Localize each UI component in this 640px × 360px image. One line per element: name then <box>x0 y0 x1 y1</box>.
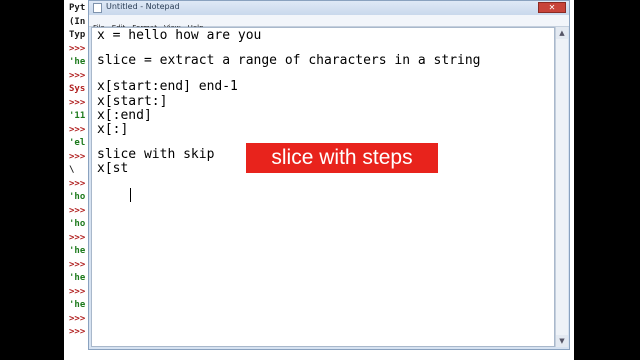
shell-line: >>> <box>69 232 86 243</box>
shell-line: >>> <box>69 43 86 54</box>
editor-line: slice = extract a range of characters in… <box>97 53 481 68</box>
shell-line: 'he <box>69 300 86 310</box>
notepad-app-icon <box>93 3 102 13</box>
editor-line: x = hello how are you <box>97 28 262 43</box>
text-caret <box>130 188 131 202</box>
shell-line: >>> <box>69 178 86 189</box>
editor-line: x[start:end] end-1 <box>97 79 238 94</box>
notepad-titlebar[interactable]: Untitled - Notepad ✕ <box>89 1 569 15</box>
shell-line: (In <box>69 16 86 27</box>
shell-line: >>> <box>69 97 86 108</box>
shell-line: >>> <box>69 327 86 337</box>
vertical-scrollbar[interactable]: ▲ ▼ <box>555 27 568 347</box>
shell-line: >>> <box>69 124 86 135</box>
screen-area: Pyt (In Typ >>> 'he >>> Sys >>> '11 >>> 'el >>> \ >>>… <box>64 0 574 360</box>
shell-line: >>> <box>69 205 86 216</box>
notepad-text-area[interactable]: x = hello how are you slice = extract a … <box>91 27 555 347</box>
shell-line: Typ <box>69 30 86 40</box>
caption-overlay: slice with steps <box>246 143 438 173</box>
shell-line: >>> <box>69 313 86 324</box>
shell-line: 'he <box>69 273 86 283</box>
notepad-title: Untitled - Notepad <box>106 2 180 11</box>
shell-line: >>> <box>69 259 86 270</box>
shell-line: >>> <box>69 70 86 81</box>
shell-line: 'el <box>69 138 86 148</box>
shell-line: >>> <box>69 151 86 162</box>
shell-line: '11 <box>69 111 86 121</box>
shell-line: 'ho <box>69 192 86 202</box>
close-button[interactable]: ✕ <box>538 2 566 13</box>
shell-line: 'ho <box>69 219 86 229</box>
notepad-window: Untitled - Notepad ✕ FileEditFormatViewH… <box>88 0 570 350</box>
editor-line: x[:] <box>97 122 129 137</box>
shell-line: 'he <box>69 246 86 256</box>
shell-line: 'he <box>69 57 86 67</box>
scroll-down-icon[interactable]: ▼ <box>556 335 568 347</box>
scroll-up-icon[interactable]: ▲ <box>556 27 568 39</box>
shell-line: Pyt <box>69 3 86 13</box>
shell-line: >>> <box>69 286 86 297</box>
shell-line: \ <box>69 165 75 175</box>
editor-line: x[st <box>97 161 129 176</box>
shell-line: Sys <box>69 84 86 94</box>
notepad-menubar: FileEditFormatViewHelp <box>89 15 569 32</box>
